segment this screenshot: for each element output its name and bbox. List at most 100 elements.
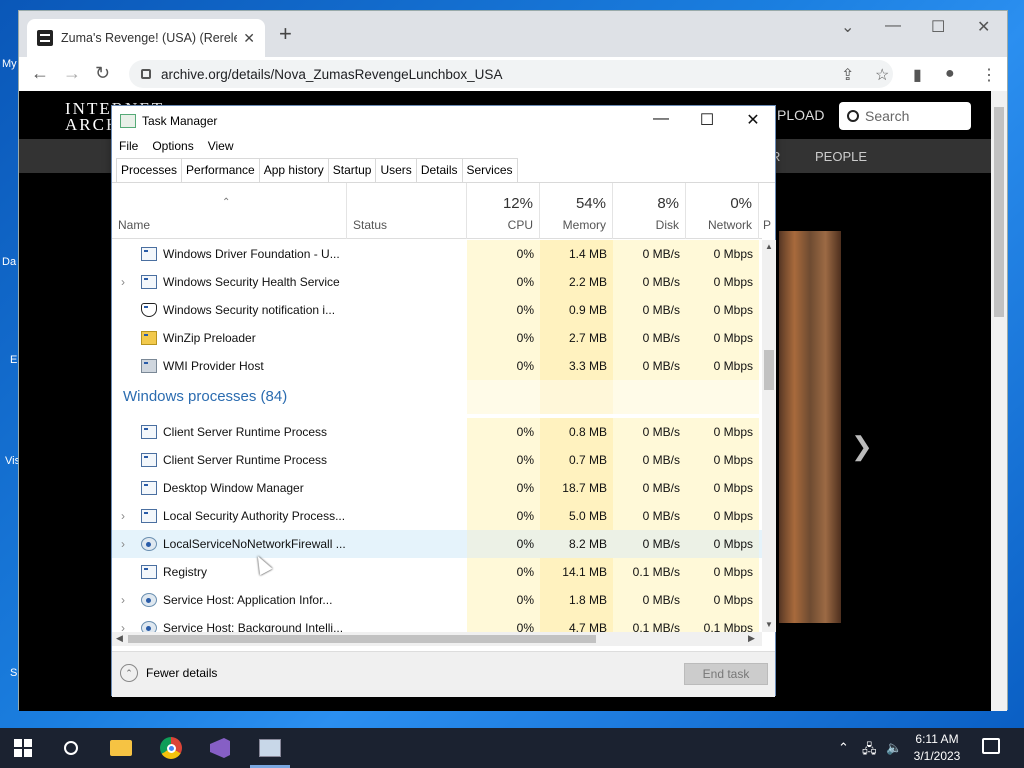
desktop-icon-label[interactable]: My (2, 58, 17, 70)
process-window-icon (141, 275, 157, 289)
tab-services[interactable]: Services (461, 158, 518, 182)
col-name[interactable]: ⌃ Name (112, 183, 347, 239)
ia-search-input[interactable]: Search (839, 102, 971, 130)
col-disk-label: Disk (655, 218, 679, 232)
expand-chevron-icon[interactable]: › (121, 537, 125, 551)
menu-file[interactable]: File (112, 136, 145, 158)
scrollbar-thumb[interactable] (128, 635, 596, 643)
tab-app-history[interactable]: App history (258, 158, 329, 182)
table-row[interactable]: Windows Driver Foundation - U... 0% 1.4 MB… (112, 240, 762, 268)
desktop-icon-label[interactable]: Da (2, 256, 16, 268)
task-manager-taskbar-button[interactable] (257, 736, 283, 760)
address-bar[interactable]: archive.org/details/Nova_ZumasRevengeLun… (129, 60, 893, 88)
tm-tabs: Processes Performance App history Startu… (116, 158, 518, 182)
process-hscrollbar[interactable]: ◀ ▶ (112, 632, 762, 646)
end-task-button[interactable]: End task (684, 663, 768, 685)
process-cpu-value: 0% (467, 474, 540, 502)
back-arrow-icon[interactable]: ← (31, 63, 49, 84)
next-arrow-icon[interactable]: ❯ (851, 431, 873, 462)
col-power[interactable]: P (759, 183, 771, 239)
expand-chevron-icon[interactable]: › (121, 275, 125, 289)
tab-processes[interactable]: Processes (116, 158, 183, 182)
file-explorer-button[interactable] (108, 736, 134, 760)
notifications-icon[interactable] (982, 738, 1000, 754)
table-row[interactable]: › Local Security Authority Process... 0% 5.… (112, 502, 762, 530)
scroll-right-icon[interactable]: ▶ (748, 633, 755, 644)
sort-caret-icon: ⌃ (222, 197, 231, 208)
table-row[interactable]: › LocalServiceNoNetworkFirewall ... 0% 8.2 … (112, 530, 762, 558)
table-row[interactable]: WMI Provider Host 0% 3.3 MB 0 MB/s 0 Mbps (112, 352, 762, 380)
maximize-icon[interactable]: ☐ (931, 17, 945, 37)
tab-details[interactable]: Details (415, 158, 463, 182)
scroll-up-icon[interactable]: ▲ (765, 242, 773, 251)
system-clock[interactable]: 6:11 AM 3/1/2023 (908, 731, 966, 765)
col-network[interactable]: 0% Network (686, 183, 759, 239)
col-cpu[interactable]: 12% CPU (467, 183, 540, 239)
expand-chevron-icon[interactable]: › (121, 621, 125, 632)
tab-users[interactable]: Users (375, 158, 417, 182)
tab-startup[interactable]: Startup (327, 158, 377, 182)
network-icon[interactable]: 🖧 (862, 740, 877, 762)
process-cpu-value: 0% (467, 614, 540, 632)
scroll-left-icon[interactable]: ◀ (116, 633, 123, 644)
maximize-icon[interactable]: ☐ (692, 110, 722, 130)
forward-arrow-icon[interactable]: → (63, 63, 81, 84)
expand-chevron-icon[interactable]: › (121, 509, 125, 523)
group-header-windows-processes[interactable]: Windows processes (84) (112, 380, 762, 414)
process-cpu-value: 0% (467, 586, 540, 614)
col-disk[interactable]: 8% Disk (613, 183, 686, 239)
chevron-up-icon[interactable]: ⌃ (838, 740, 849, 756)
start-button[interactable] (10, 736, 36, 760)
profile-avatar-icon[interactable]: ● (945, 65, 955, 83)
taskbar-search-button[interactable] (58, 736, 84, 760)
visual-studio-taskbar-button[interactable] (207, 736, 233, 760)
col-status[interactable]: Status (347, 183, 467, 239)
browser-tab-active[interactable]: Zuma's Revenge! (USA) (Rerelea... ✕ (27, 19, 265, 57)
url-text[interactable]: archive.org/details/Nova_ZumasRevengeLun… (161, 67, 502, 82)
table-row[interactable]: Registry 0% 14.1 MB 0.1 MB/s 0 Mbps (112, 558, 762, 586)
process-net-value: 0 Mbps (686, 586, 759, 614)
minimize-icon[interactable]: — (885, 17, 901, 35)
table-row[interactable]: Desktop Window Manager 0% 18.7 MB 0 MB/s 0 M… (112, 474, 762, 502)
scrollbar-thumb[interactable] (764, 350, 774, 390)
scroll-down-icon[interactable]: ▼ (765, 620, 773, 629)
bookmark-star-icon[interactable]: ☆ (875, 65, 889, 85)
process-vscrollbar[interactable]: ▲ ▼ (762, 240, 776, 632)
nav-item-people[interactable]: PEOPLE (815, 149, 867, 164)
table-row[interactable]: Windows Security notification i... 0% 0.9 … (112, 296, 762, 324)
chrome-taskbar-button[interactable] (158, 736, 184, 760)
table-row[interactable]: Client Server Runtime Process 0% 0.8 MB 0 M… (112, 418, 762, 446)
expand-chevron-icon[interactable]: › (121, 593, 125, 607)
close-icon[interactable]: ✕ (738, 110, 768, 130)
share-icon[interactable]: ⇪ (841, 65, 854, 85)
lock-icon[interactable] (141, 69, 151, 79)
fewer-details-button[interactable]: ⌃ Fewer details (120, 664, 217, 682)
volume-icon[interactable]: 🔈 (886, 740, 902, 756)
col-memory[interactable]: 54% Memory (540, 183, 613, 239)
menu-options[interactable]: Options (145, 136, 200, 158)
side-panel-icon[interactable]: ▮ (913, 65, 922, 85)
process-mem-value: 3.3 MB (540, 352, 613, 380)
table-row[interactable]: › Service Host: Application Infor... 0% 1.8… (112, 586, 762, 614)
process-name: LocalServiceNoNetworkFirewall ... (163, 537, 346, 551)
upload-link[interactable]: PLOAD (777, 107, 824, 123)
table-row[interactable]: › Service Host: Background Intelli... 0% 4.… (112, 614, 762, 632)
table-row[interactable]: › Windows Security Health Service 0% 2.2 MB… (112, 268, 762, 296)
table-row[interactable]: Client Server Runtime Process 0% 0.7 MB 0 M… (112, 446, 762, 474)
page-scrollbar[interactable] (991, 91, 1007, 711)
table-row[interactable]: WinZip Preloader 0% 2.7 MB 0 MB/s 0 Mbps (112, 324, 762, 352)
kebab-menu-icon[interactable]: ⋮ (981, 65, 997, 85)
process-mem-value: 0.9 MB (540, 296, 613, 324)
minimize-icon[interactable]: — (646, 110, 676, 128)
close-icon[interactable]: ✕ (977, 17, 990, 37)
chevron-down-icon[interactable]: ⌄ (841, 17, 854, 37)
scrollbar-thumb[interactable] (994, 107, 1004, 317)
tab-close-icon[interactable]: ✕ (243, 30, 255, 47)
col-status-label: Status (353, 218, 388, 232)
menu-view[interactable]: View (201, 136, 241, 158)
desktop-icon-label[interactable]: S (10, 667, 17, 679)
desktop-icon-label[interactable]: E (10, 354, 17, 366)
reload-icon[interactable]: ↻ (95, 63, 110, 84)
tab-performance[interactable]: Performance (181, 158, 260, 182)
plus-icon[interactable]: + (279, 23, 292, 45)
